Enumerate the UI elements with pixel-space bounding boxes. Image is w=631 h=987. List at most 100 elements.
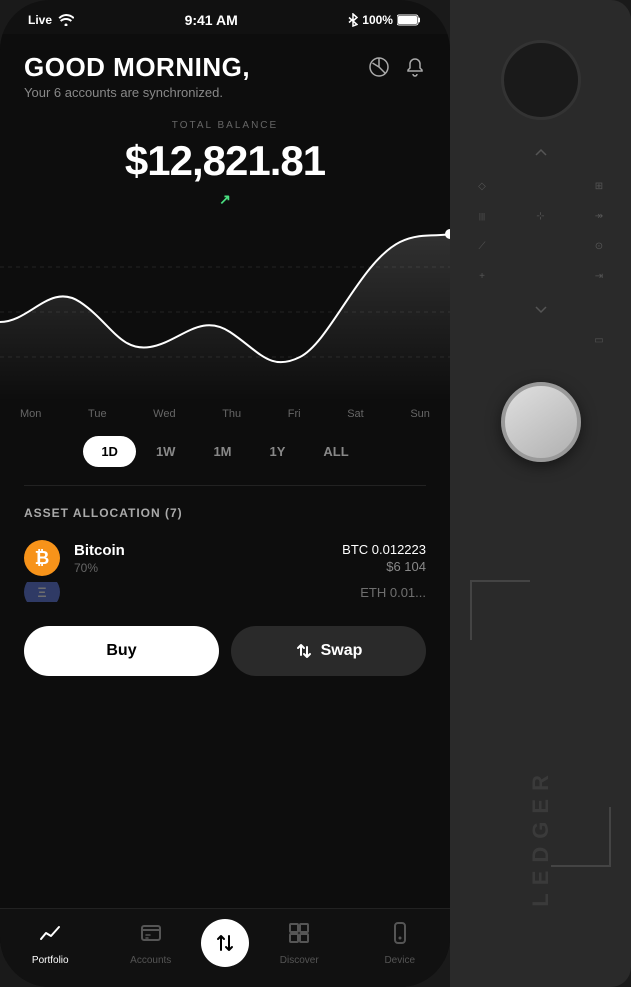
bitcoin-name: Bitcoin <box>74 542 125 559</box>
asset-info-bitcoin: Bitcoin 70% <box>74 542 125 575</box>
ledger-main-button[interactable] <box>501 382 581 462</box>
nav-discover[interactable]: Discover <box>249 921 350 962</box>
asset-title: ASSET ALLOCATION (7) <box>24 506 426 520</box>
bluetooth-icon <box>348 13 358 27</box>
phone-shell: Live 9:41 AM 100% <box>0 0 450 987</box>
transfer-icon <box>214 932 236 954</box>
ledger-brand-text: LEDGER <box>528 767 554 907</box>
greeting-title: GOOD MORNING, <box>24 52 250 83</box>
chart-label-sat: Sat <box>347 408 364 420</box>
asset-right-bitcoin: BTC 0.012223 $6 104 <box>342 542 426 574</box>
eth-amount: ETH 0.01... <box>360 585 426 600</box>
ledger-icon-4: ⊹ <box>529 204 553 228</box>
balance-amount: $12,821.81 <box>24 137 426 185</box>
ledger-up-icon <box>529 140 553 164</box>
portfolio-nav-label: Portfolio <box>32 955 69 962</box>
chart-label-tue: Tue <box>88 408 107 420</box>
time-btn-all[interactable]: ALL <box>305 436 366 467</box>
portfolio-icon[interactable] <box>368 56 390 84</box>
chart-label-wed: Wed <box>153 408 175 420</box>
time-btn-1y[interactable]: 1Y <box>252 436 304 467</box>
nav-portfolio[interactable]: Portfolio <box>0 921 101 962</box>
ledger-corner-tl <box>470 580 530 640</box>
ledger-corner-br <box>551 807 611 867</box>
transfer-center-button[interactable] <box>201 919 249 961</box>
chart-labels: Mon Tue Wed Thu Fri Sat Sun <box>0 402 450 426</box>
greeting-section: GOOD MORNING, Your 6 accounts are synchr… <box>24 52 250 100</box>
bitcoin-fiat: $6 104 <box>342 559 426 574</box>
notification-icon[interactable] <box>404 56 426 84</box>
swap-icon <box>295 642 313 660</box>
status-bar: Live 9:41 AM 100% <box>0 0 450 34</box>
greeting-subtitle: Your 6 accounts are synchronized. <box>24 85 250 100</box>
price-chart <box>0 222 450 402</box>
device-nav-label: Device <box>384 955 415 962</box>
ledger-controls: ◇ ⊞ ||| ⊹ ↠ ⟋ ⊙ + ⇥ ▭ <box>450 140 631 352</box>
chart-label-sun: Sun <box>410 408 430 420</box>
status-left: Live <box>28 13 74 27</box>
time-btn-1m[interactable]: 1M <box>195 436 249 467</box>
battery-text: 100% <box>362 13 393 27</box>
asset-item-bitcoin[interactable]: ₿ Bitcoin 70% BTC 0.012223 $6 104 <box>24 534 426 582</box>
ledger-icon-1: ◇ <box>470 174 494 198</box>
nav-device[interactable]: Device <box>350 921 451 962</box>
header-icons <box>368 52 426 84</box>
bitcoin-icon: ₿ <box>24 540 60 576</box>
ledger-icon-2: ⊞ <box>587 174 611 198</box>
ledger-icon-10: ▭ <box>587 328 611 352</box>
ledger-row-3: ⟋ ⊙ <box>470 234 611 258</box>
discover-nav-label: Discover <box>280 955 319 962</box>
header: GOOD MORNING, Your 6 accounts are synchr… <box>0 34 450 112</box>
bitcoin-amount: BTC 0.012223 <box>342 542 426 557</box>
buy-button[interactable]: Buy <box>24 626 219 676</box>
ledger-row-5: ▭ <box>470 328 611 352</box>
carrier-text: Live <box>28 13 52 27</box>
ledger-row-2: ||| ⊹ ↠ <box>470 204 611 228</box>
balance-section: TOTAL BALANCE $12,821.81 ↗ <box>0 112 450 212</box>
chart-label-fri: Fri <box>288 408 301 420</box>
balance-change: ↗ <box>24 191 426 208</box>
ledger-row-4: + ⇥ <box>470 264 611 288</box>
ledger-device: ◇ ⊞ ||| ⊹ ↠ ⟋ ⊙ + ⇥ ▭ <box>450 0 631 987</box>
device-nav-icon <box>388 921 412 951</box>
discover-nav-icon <box>287 921 311 951</box>
ledger-icon-8: + <box>470 264 494 288</box>
time-selector: 1D 1W 1M 1Y ALL <box>0 426 450 477</box>
accounts-nav-icon <box>139 921 163 951</box>
ledger-top-circle <box>501 40 581 120</box>
ledger-icon-5: ↠ <box>587 204 611 228</box>
chart-container <box>0 222 450 402</box>
nav-transfer[interactable] <box>201 919 249 961</box>
ledger-down-icon <box>529 298 553 322</box>
asset-section: ASSET ALLOCATION (7) ₿ Bitcoin 70% BTC 0… <box>0 494 450 610</box>
swap-label: Swap <box>321 642 363 660</box>
bitcoin-percent: 70% <box>74 561 125 575</box>
status-time: 9:41 AM <box>185 12 238 28</box>
action-buttons: Buy Swap <box>0 610 450 692</box>
divider <box>24 485 426 486</box>
balance-label: TOTAL BALANCE <box>24 120 426 131</box>
asset-left-eth: Ξ <box>24 582 60 602</box>
asset-item-eth[interactable]: Ξ ETH 0.01... <box>24 582 426 602</box>
nav-accounts[interactable]: Accounts <box>101 921 202 962</box>
ledger-icon-9: ⇥ <box>587 264 611 288</box>
ledger-row-1: ◇ ⊞ <box>470 174 611 198</box>
asset-right-eth: ETH 0.01... <box>360 585 426 600</box>
ledger-bottom-area: LEDGER <box>528 462 554 987</box>
battery-icon <box>397 14 422 26</box>
time-btn-1w[interactable]: 1W <box>138 436 194 467</box>
ledger-icon-3: ||| <box>470 204 494 228</box>
ledger-icon-7: ⊙ <box>587 234 611 258</box>
time-btn-1d[interactable]: 1D <box>83 436 136 467</box>
wifi-icon <box>58 14 74 26</box>
chart-label-mon: Mon <box>20 408 41 420</box>
portfolio-nav-icon <box>38 921 62 951</box>
bottom-nav: Portfolio Accounts <box>0 908 450 961</box>
chart-label-thu: Thu <box>222 408 241 420</box>
phone-content: GOOD MORNING, Your 6 accounts are synchr… <box>0 34 450 961</box>
swap-button[interactable]: Swap <box>231 626 426 676</box>
accounts-nav-label: Accounts <box>130 955 171 962</box>
asset-left-bitcoin: ₿ Bitcoin 70% <box>24 540 125 576</box>
status-right: 100% <box>348 13 422 27</box>
ledger-icon-6: ⟋ <box>470 234 494 258</box>
